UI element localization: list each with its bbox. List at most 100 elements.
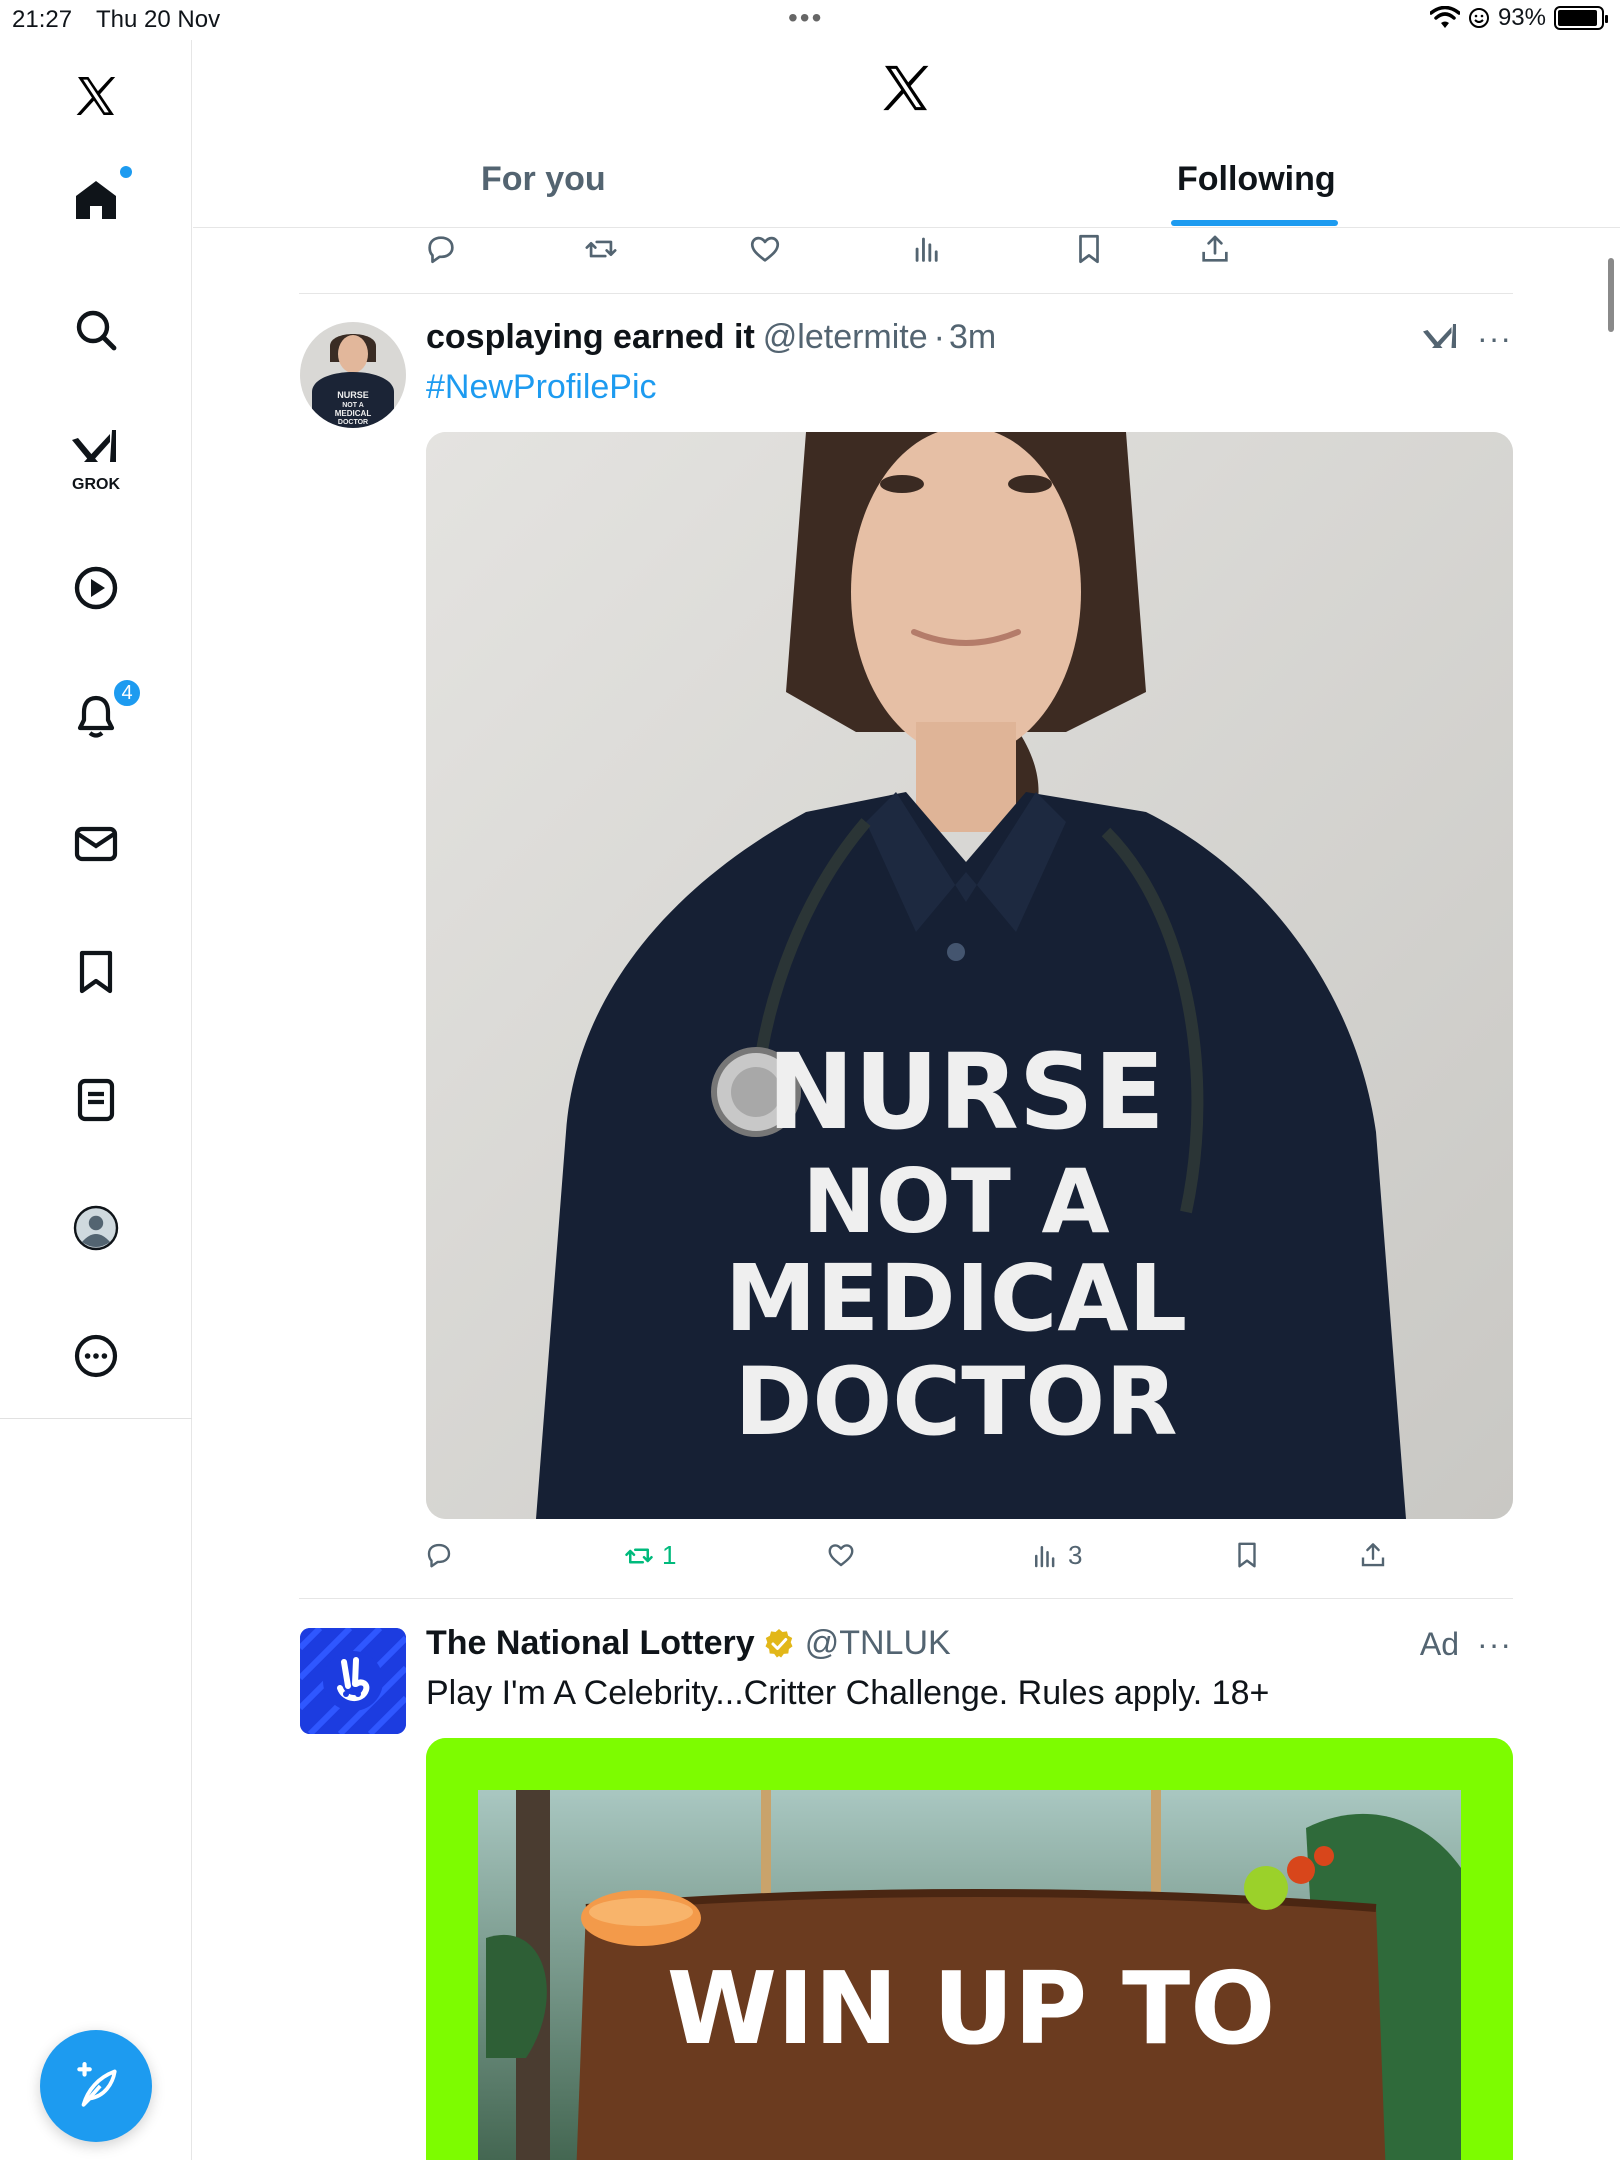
post-text: #NewProfilePic xyxy=(426,368,657,407)
like-button[interactable] xyxy=(826,1540,856,1570)
repost-button[interactable] xyxy=(584,232,618,266)
views-button[interactable] xyxy=(910,232,944,266)
post-image[interactable]: NURSE NOT A MEDICAL DOCTOR xyxy=(426,432,1513,1519)
views-chart-icon xyxy=(1035,1545,1055,1567)
wifi-icon xyxy=(1429,6,1460,28)
bookmark-icon xyxy=(79,950,113,994)
share-button[interactable] xyxy=(1198,232,1232,266)
hashtag-link[interactable]: #NewProfilePic xyxy=(426,368,657,406)
bookmark-icon xyxy=(1238,1542,1256,1568)
search-icon xyxy=(76,310,117,351)
bookmark-icon xyxy=(1079,234,1099,264)
envelope-icon xyxy=(74,826,118,862)
sidebar: GROK 4 xyxy=(0,40,192,2160)
views-button[interactable]: 3 xyxy=(1030,1540,1082,1571)
grok-label: GROK xyxy=(72,476,120,493)
play-icon xyxy=(74,566,118,610)
scrollbar[interactable] xyxy=(1608,258,1614,332)
sidebar-item-search[interactable] xyxy=(66,300,126,360)
battery-icon xyxy=(1554,6,1608,30)
post-header: cosplaying earned it @letermite · 3m xyxy=(426,318,996,357)
focus-smiley-icon xyxy=(1468,8,1489,28)
reply-icon xyxy=(428,236,454,264)
avatar-shirt-text: NURSE xyxy=(337,390,369,400)
more-options-icon[interactable]: ··· xyxy=(1477,1626,1512,1663)
share-icon xyxy=(1361,1543,1385,1567)
avatar-shirt-text: MEDICAL xyxy=(335,409,372,418)
post-separator xyxy=(299,293,1513,294)
author-handle[interactable]: @letermite xyxy=(763,318,928,357)
avatar-shirt-text: NOT A xyxy=(342,402,364,409)
post-author-avatar[interactable]: NURSE NOT A MEDICAL DOCTOR xyxy=(300,322,406,428)
document-icon xyxy=(77,1078,115,1122)
avatar-shirt-text: DOCTOR xyxy=(338,419,368,426)
status-right: 93% xyxy=(1429,4,1608,32)
timeline-header: For you Following xyxy=(193,40,1620,228)
advertiser-avatar[interactable] xyxy=(300,1628,406,1734)
repost-icon xyxy=(585,240,617,258)
status-date: Thu 20 Nov xyxy=(96,6,221,33)
heart-icon xyxy=(750,236,780,262)
more-options-icon[interactable]: ··· xyxy=(1477,320,1512,357)
author-handle[interactable]: @TNLUK xyxy=(805,1624,951,1663)
battery-percent: 93% xyxy=(1497,4,1546,31)
post-actions: 1 3 xyxy=(412,1540,1512,1590)
repost-icon xyxy=(625,1548,653,1563)
grok-icon xyxy=(72,430,116,462)
compose-post-button[interactable] xyxy=(40,2030,152,2142)
sidebar-item-more[interactable] xyxy=(66,1326,126,1386)
unread-dot xyxy=(120,166,132,178)
more-circle-icon xyxy=(74,1334,118,1378)
tab-following[interactable]: Following xyxy=(1177,160,1336,199)
views-chart-icon xyxy=(915,237,938,262)
avatar-icon xyxy=(73,1205,119,1251)
dot-separator: · xyxy=(933,318,945,356)
grok-icon[interactable] xyxy=(1423,321,1459,357)
x-logo-icon[interactable] xyxy=(878,60,934,116)
status-time: 21:27 xyxy=(12,6,73,33)
home-icon xyxy=(76,181,116,219)
ad-headline: WIN UP TO xyxy=(667,1950,1276,2067)
notification-badge: 4 xyxy=(112,678,142,708)
repost-button[interactable]: 1 xyxy=(624,1540,676,1571)
share-button[interactable] xyxy=(1358,1540,1388,1570)
sidebar-item-grok[interactable]: GROK xyxy=(66,420,126,493)
bookmark-button[interactable] xyxy=(1072,232,1106,266)
heart-icon xyxy=(828,1544,854,1567)
post-time[interactable]: 3m xyxy=(949,318,996,357)
shirt-text-line: NURSE xyxy=(767,1031,1165,1153)
sidebar-item-home[interactable] xyxy=(66,166,132,230)
sidebar-item-notifications[interactable]: 4 xyxy=(66,678,142,746)
like-button[interactable] xyxy=(748,232,782,266)
author-name[interactable]: The National Lottery xyxy=(426,1624,755,1663)
post-text: Play I'm A Celebrity...Critter Challenge… xyxy=(426,1674,1270,1712)
sidebar-item-messages[interactable] xyxy=(66,814,126,874)
tab-for-you[interactable]: For you xyxy=(481,160,606,199)
ad-label: Ad xyxy=(1419,1626,1460,1662)
sidebar-item-lists[interactable] xyxy=(66,1070,126,1130)
author-name[interactable]: cosplaying earned it xyxy=(426,318,755,357)
share-icon xyxy=(1202,235,1228,262)
reply-button[interactable] xyxy=(424,232,458,266)
multitasking-dots-icon[interactable]: ••• xyxy=(788,2,823,34)
reply-icon xyxy=(427,1543,451,1568)
post-meta-right: Ad ··· xyxy=(1420,1626,1512,1663)
post-meta-right: ··· xyxy=(1423,320,1512,357)
post-header: The National Lottery @TNLUK xyxy=(426,1624,951,1663)
shirt-text-line: MEDICAL xyxy=(725,1245,1187,1352)
ad-image[interactable]: WIN UP TO xyxy=(426,1738,1513,2160)
sidebar-divider xyxy=(0,1418,192,1419)
sidebar-item-video[interactable] xyxy=(66,558,126,618)
status-bar: 21:27 Thu 20 Nov ••• 93% xyxy=(0,0,1620,40)
sidebar-item-profile[interactable] xyxy=(66,1198,126,1258)
sidebar-item-bookmarks[interactable] xyxy=(66,942,126,1002)
active-tab-indicator xyxy=(1171,220,1338,226)
shirt-text-line: DOCTOR xyxy=(734,1348,1177,1457)
prev-post-actions xyxy=(412,232,1512,282)
shirt-text-line: NOT A xyxy=(802,1150,1109,1253)
reply-button[interactable] xyxy=(424,1540,454,1570)
bookmark-button[interactable] xyxy=(1232,1540,1262,1570)
verified-gold-icon xyxy=(765,1628,793,1657)
views-count: 3 xyxy=(1068,1540,1083,1570)
x-logo-icon[interactable] xyxy=(66,66,126,126)
